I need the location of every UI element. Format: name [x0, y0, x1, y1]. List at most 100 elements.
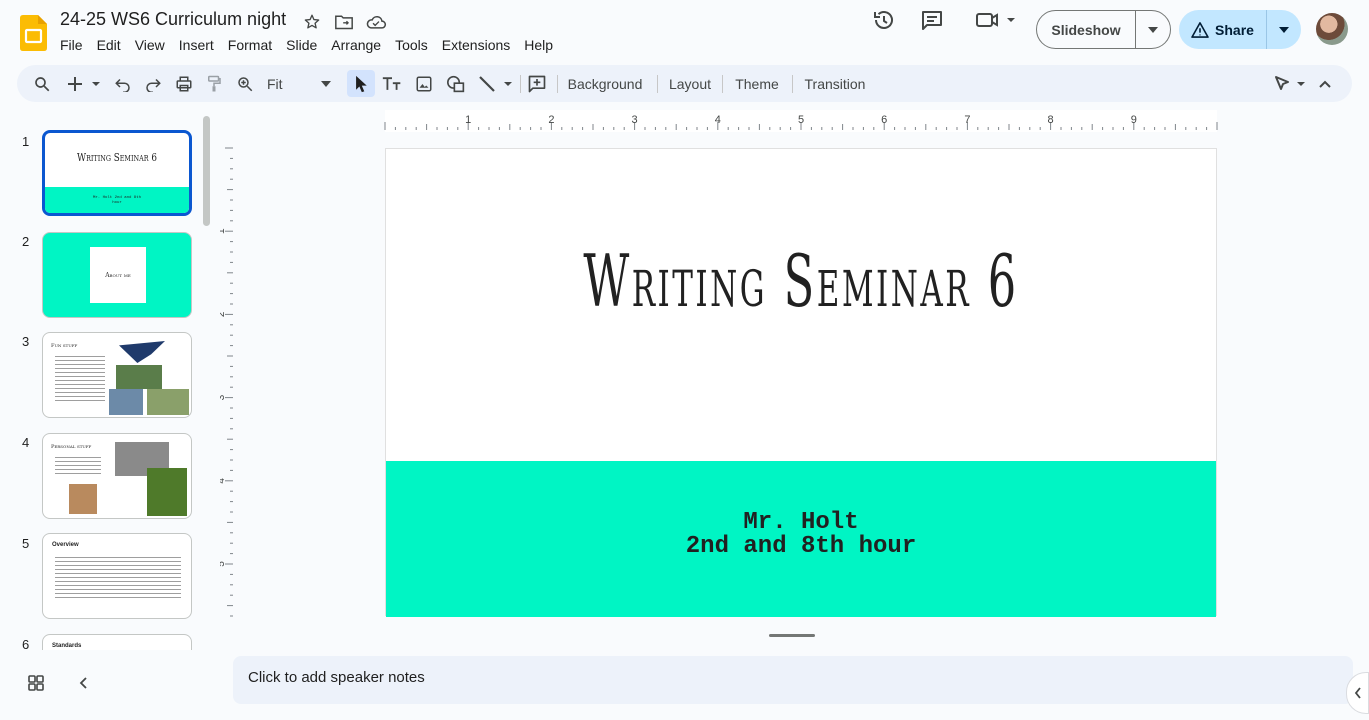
share-label: Share: [1215, 21, 1254, 38]
account-avatar[interactable]: [1316, 13, 1348, 45]
document-title[interactable]: 24-25 WS6 Curriculum night: [60, 9, 286, 30]
slide-thumbnail-1[interactable]: Writing Seminar 6 Mr. Holt 2nd and 8th h…: [42, 130, 192, 216]
undo-icon[interactable]: [111, 70, 135, 97]
chevron-down-icon: [321, 80, 331, 87]
menu-slide[interactable]: Slide: [279, 35, 324, 55]
app-header: 24-25 WS6 Curriculum night File Edit Vie…: [0, 0, 1369, 62]
chevron-left-icon: [1354, 687, 1361, 699]
subtitle-band[interactable]: Mr. Holt 2nd and 8th hour: [386, 461, 1216, 617]
menu-bar: File Edit View Insert Format Slide Arran…: [53, 35, 560, 55]
thumb-bullets: [55, 554, 181, 600]
insert-image-icon[interactable]: [411, 70, 437, 97]
meet-call-icon[interactable]: [968, 4, 1020, 36]
print-icon[interactable]: [172, 70, 196, 97]
slide-thumbnail-6[interactable]: Standards: [42, 634, 192, 650]
zoom-select[interactable]: Fit: [263, 70, 335, 97]
subtitle-line-1: Mr. Holt: [743, 509, 859, 536]
share-dropdown[interactable]: [1267, 10, 1301, 49]
menu-help[interactable]: Help: [517, 35, 560, 55]
thumb-bullets: [55, 353, 105, 401]
ruler-label: 3: [220, 394, 227, 400]
slide-thumbnail-2[interactable]: About me: [42, 232, 192, 318]
ruler-label: 9: [1131, 114, 1137, 126]
editing-mode-dropdown[interactable]: [1272, 70, 1310, 97]
transition-label: Transition: [804, 75, 866, 92]
slide-thumbnail-3[interactable]: Fun stuff: [42, 332, 192, 418]
layout-label: Layout: [668, 75, 712, 92]
grid-view-icon[interactable]: [24, 671, 48, 695]
cloud-saved-icon[interactable]: [364, 10, 388, 34]
theme-button[interactable]: Theme: [729, 70, 785, 97]
transition-button[interactable]: Transition: [800, 70, 870, 97]
slide-thumbnail-5[interactable]: Overview: [42, 533, 192, 619]
warning-icon: [1191, 21, 1209, 38]
add-comment-icon[interactable]: [524, 70, 550, 97]
ruler-label: 5: [798, 114, 804, 126]
thumb-title: Overview: [52, 542, 79, 548]
new-slide-button[interactable]: [63, 70, 103, 97]
comments-icon[interactable]: [916, 4, 948, 36]
shape-icon[interactable]: [443, 70, 469, 97]
theme-label: Theme: [735, 75, 779, 92]
horizontal-ruler: 1 2 3 4 5 6 7 8 9: [233, 110, 1353, 132]
chevron-down-icon: [1148, 26, 1158, 33]
speaker-notes-placeholder: Click to add speaker notes: [248, 669, 425, 686]
thumb-logo-image: [119, 341, 165, 363]
star-icon[interactable]: [300, 10, 324, 34]
notes-resize-handle[interactable]: [769, 634, 815, 637]
thumb-photo: [116, 365, 162, 389]
zoom-value: Fit: [267, 75, 283, 92]
share-button[interactable]: Share: [1179, 10, 1267, 49]
ruler-label: 8: [1048, 114, 1054, 126]
zoom-icon[interactable]: [233, 70, 257, 97]
menu-file[interactable]: File: [53, 35, 90, 55]
background-button[interactable]: Background: [562, 70, 648, 97]
menu-view[interactable]: View: [128, 35, 172, 55]
slideshow-button[interactable]: Slideshow: [1037, 11, 1136, 48]
thumb-band: Mr. Holt 2nd and 8th hour: [45, 187, 189, 213]
slide-title[interactable]: Writing Seminar 6: [544, 239, 1059, 323]
ruler-label: 1: [220, 228, 227, 234]
filmstrip-scrollbar[interactable]: [203, 116, 210, 226]
slideshow-dropdown[interactable]: [1136, 11, 1170, 48]
slideshow-button-group: Slideshow: [1036, 10, 1171, 49]
line-tool-icon[interactable]: [475, 70, 515, 97]
collapse-menus-icon[interactable]: [1315, 70, 1335, 97]
thumb-photo: [147, 468, 187, 516]
collapse-filmstrip-icon[interactable]: [71, 671, 95, 695]
menu-tools[interactable]: Tools: [388, 35, 435, 55]
select-tool-icon[interactable]: [347, 70, 375, 97]
thumb-photo: [109, 389, 143, 415]
ruler-label: 3: [632, 114, 638, 126]
version-history-icon[interactable]: [868, 4, 900, 36]
thumb-photo: [147, 389, 189, 415]
thumb-title: About me: [90, 247, 146, 303]
menu-format[interactable]: Format: [221, 35, 279, 55]
chevron-down-icon: [1279, 26, 1289, 33]
slide-number: 3: [22, 334, 30, 349]
ruler-label: 2: [220, 311, 227, 317]
slides-logo-icon[interactable]: [20, 15, 47, 51]
move-folder-icon[interactable]: [332, 10, 356, 34]
main-toolbar: Fit Background Layout Theme Transition: [17, 65, 1352, 102]
thumb-title: Personal stuff: [51, 444, 92, 450]
layout-button[interactable]: Layout: [663, 70, 717, 97]
slide-thumbnail-4[interactable]: Personal stuff: [42, 433, 192, 519]
text-box-icon[interactable]: [379, 70, 405, 97]
thumb-title: Standards: [52, 643, 82, 649]
slide-number: 2: [22, 234, 30, 249]
menu-arrange[interactable]: Arrange: [324, 35, 388, 55]
menu-extensions[interactable]: Extensions: [435, 35, 517, 55]
slide-number: 5: [22, 536, 30, 551]
slide-canvas[interactable]: Writing Seminar 6 Mr. Holt 2nd and 8th h…: [385, 148, 1217, 617]
thumb-bullets: [55, 454, 101, 476]
slide-subtitle[interactable]: Mr. Holt 2nd and 8th hour: [386, 511, 1216, 559]
menu-insert[interactable]: Insert: [172, 35, 221, 55]
search-menus-icon[interactable]: [29, 70, 55, 97]
vertical-ruler: 1 2 3 4 5: [216, 130, 234, 630]
paint-format-icon[interactable]: [202, 70, 226, 97]
ruler-label: 6: [881, 114, 887, 126]
redo-icon[interactable]: [141, 70, 165, 97]
menu-edit[interactable]: Edit: [90, 35, 128, 55]
speaker-notes[interactable]: Click to add speaker notes: [233, 656, 1353, 704]
